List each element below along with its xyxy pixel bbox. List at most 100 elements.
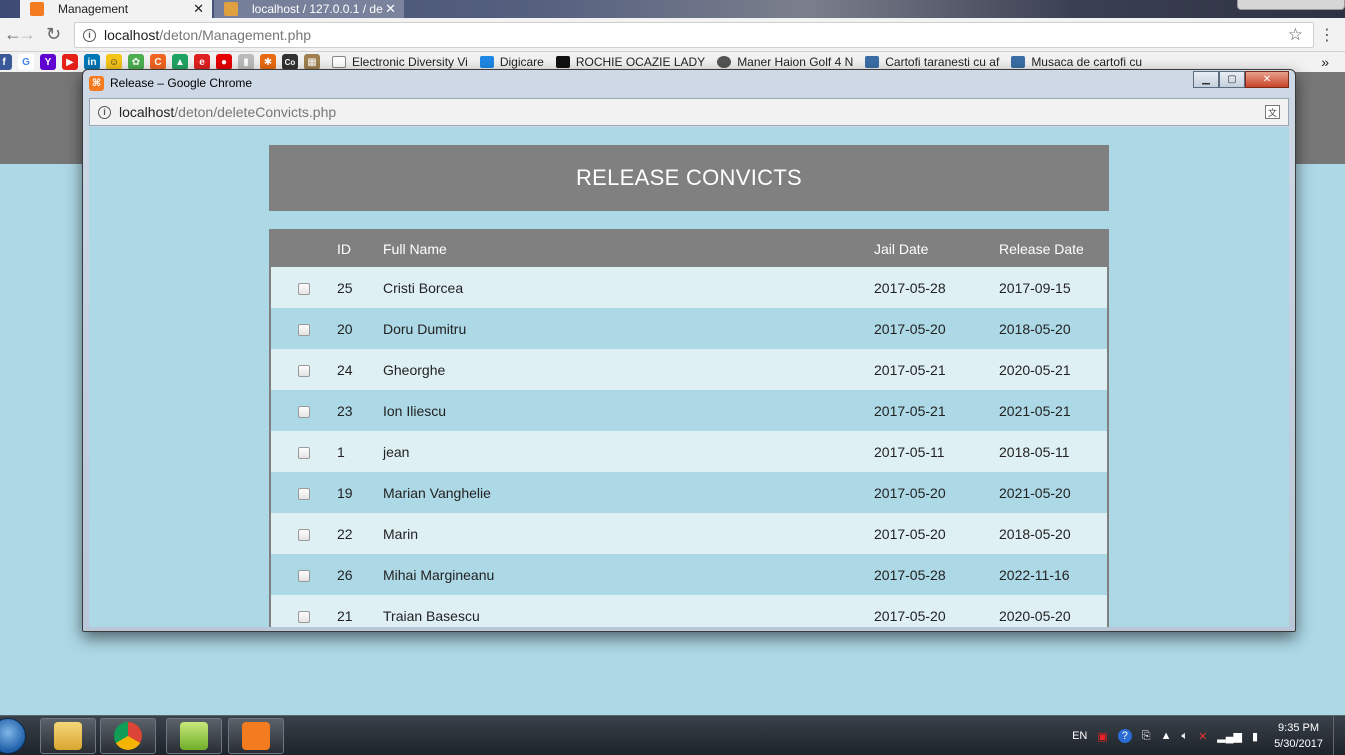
cell-release-date: 2021-05-21: [999, 402, 1071, 419]
minimize-button[interactable]: ▁: [1193, 71, 1219, 88]
xampp-icon: ⌘: [89, 75, 104, 91]
window-controls[interactable]: [1237, 0, 1345, 10]
google-drive-icon[interactable]: ▲: [172, 54, 188, 70]
tab-management[interactable]: Management ✕: [20, 0, 212, 18]
taskbar-notepadpp-button[interactable]: [166, 718, 222, 754]
table-row: 22 Marin 2017-05-20 2018-05-20: [271, 513, 1107, 554]
taskbar-explorer-button[interactable]: [40, 718, 96, 754]
wood-icon[interactable]: ▦: [304, 54, 320, 70]
menu-dots-icon[interactable]: ⋮: [1319, 25, 1335, 45]
translate-icon[interactable]: 文: [1265, 105, 1280, 119]
table-row: 20 Doru Dumitru 2017-05-20 2018-05-20: [271, 308, 1107, 349]
cell-full-name: Marian Vanghelie: [383, 484, 491, 501]
row-checkbox[interactable]: [298, 528, 310, 541]
show-hidden-icons[interactable]: ▲: [1161, 730, 1172, 742]
power-icon[interactable]: ▮: [1252, 730, 1258, 743]
column-header-select: [271, 231, 337, 267]
cell-jail-date: 2017-05-28: [874, 566, 946, 583]
reload-icon[interactable]: ↻: [46, 24, 61, 45]
volume-icon[interactable]: 🔈︎: [1181, 730, 1188, 743]
tab-label: localhost / 127.0.0.1 / de: [252, 2, 383, 16]
table-row: 1 jean 2017-05-11 2018-05-11: [271, 431, 1107, 472]
cell-jail-date: 2017-05-28: [874, 279, 946, 296]
close-icon[interactable]: ✕: [385, 1, 396, 17]
taskbar-xampp-button[interactable]: [228, 718, 284, 754]
cell-release-date: 2018-05-11: [999, 443, 1070, 460]
row-checkbox[interactable]: [298, 364, 310, 377]
column-header-id: ID: [337, 241, 351, 257]
row-checkbox[interactable]: [298, 610, 310, 623]
co-logo-icon[interactable]: Co: [282, 54, 298, 70]
system-tray: EN ▣ ? ⎘ ▲ 🔈︎ ✕ ▂▄▆ ▮ 9:35 PM 5/30/2017: [1072, 716, 1345, 755]
table-row: 25 Cristi Borcea 2017-05-28 2017-09-15: [271, 267, 1107, 308]
row-checkbox[interactable]: [298, 487, 310, 500]
outer-tab-strip: Management ✕ localhost / 127.0.0.1 / de …: [0, 0, 1345, 18]
more-bookmarks-icon[interactable]: »: [1321, 54, 1329, 70]
table-row: 21 Traian Basescu 2017-05-20 2020-05-20: [271, 595, 1107, 627]
forward-arrow-icon[interactable]: →: [18, 24, 36, 45]
popup-titlebar[interactable]: ⌘ Release – Google Chrome ▁ ▢ ✕: [83, 70, 1295, 96]
outer-address-bar[interactable]: i localhost/deton/Management.php ☆ ⋮: [74, 22, 1335, 48]
column-header-full-name: Full Name: [383, 241, 447, 257]
taskbar-chrome-button[interactable]: [100, 718, 156, 754]
xampp-icon: [30, 2, 44, 16]
cell-full-name: Marin: [383, 525, 419, 542]
popup-address-bar[interactable]: i localhost/deton/deleteConvicts.php 文: [89, 98, 1289, 126]
yahoo-icon[interactable]: Y: [40, 54, 56, 70]
gear-orange-icon[interactable]: ✱: [260, 54, 276, 70]
address-host: localhost: [104, 27, 160, 43]
row-checkbox[interactable]: [298, 323, 310, 336]
language-indicator[interactable]: EN: [1072, 730, 1087, 742]
cell-release-date: 2020-05-20: [999, 607, 1071, 624]
cell-id: 22: [337, 525, 353, 542]
cell-id: 25: [337, 279, 353, 296]
tab-label: Management: [58, 2, 129, 16]
info-icon[interactable]: i: [98, 105, 111, 119]
frog-icon[interactable]: ✿: [128, 54, 144, 70]
notepad-plus-plus-icon: [180, 722, 208, 750]
table-row: 26 Mihai Margineanu 2017-05-28 2022-11-1…: [271, 554, 1107, 595]
start-button[interactable]: [0, 718, 26, 754]
vodafone-icon[interactable]: ●: [216, 54, 232, 70]
emoji-icon[interactable]: ☺: [106, 54, 122, 70]
clock[interactable]: 9:35 PM 5/30/2017: [1274, 720, 1323, 752]
row-checkbox[interactable]: [298, 405, 310, 418]
bookmark-item[interactable]: Maner Haion Golf 4 N: [717, 55, 853, 69]
google-icon[interactable]: G: [18, 54, 34, 70]
info-icon[interactable]: i: [83, 28, 96, 42]
c-logo-icon[interactable]: C: [150, 54, 166, 70]
row-checkbox[interactable]: [298, 569, 310, 582]
cell-release-date: 2022-11-16: [999, 566, 1070, 583]
cell-id: 1: [337, 443, 345, 460]
row-checkbox[interactable]: [298, 446, 310, 459]
row-checkbox[interactable]: [298, 282, 310, 295]
network-icon[interactable]: ✕: [1198, 730, 1207, 743]
bookmark-item[interactable]: Digicare: [479, 55, 544, 69]
close-icon[interactable]: ✕: [193, 1, 204, 17]
column-header-release-date: Release Date: [999, 241, 1084, 257]
bookmark-item[interactable]: Musaca de cartofi cu: [1011, 55, 1142, 69]
bookmark-item[interactable]: ROCHIE OCAZIE LADY: [555, 55, 705, 69]
facebook-icon[interactable]: f: [0, 54, 12, 70]
maximize-button[interactable]: ▢: [1219, 71, 1245, 88]
show-desktop-button[interactable]: [1333, 716, 1345, 755]
bookmark-item[interactable]: Electronic Diversity Vi: [332, 55, 468, 69]
cell-jail-date: 2017-05-20: [874, 320, 946, 337]
usb-icon[interactable]: ⎘: [1142, 730, 1151, 743]
column-header-jail-date: Jail Date: [874, 241, 929, 257]
convicts-table-container: ID Full Name Jail Date Release Date 25 C…: [269, 229, 1109, 627]
star-icon[interactable]: ☆: [1288, 25, 1303, 45]
bookmark-item[interactable]: Cartofi taranesti cu af: [865, 55, 999, 69]
linkedin-icon[interactable]: in: [84, 54, 100, 70]
youtube-icon[interactable]: ▶: [62, 54, 78, 70]
acrobat-icon[interactable]: ▣: [1097, 730, 1107, 743]
signal-icon[interactable]: ▂▄▆: [1217, 730, 1242, 743]
help-icon[interactable]: ?: [1117, 729, 1132, 743]
e-logo-icon[interactable]: e: [194, 54, 210, 70]
cell-release-date: 2018-05-20: [999, 320, 1071, 337]
chart-icon[interactable]: ▮: [238, 54, 254, 70]
close-window-button[interactable]: ✕: [1245, 71, 1289, 88]
cell-full-name: jean: [383, 443, 410, 460]
tab-phpmyadmin[interactable]: localhost / 127.0.0.1 / de ✕: [214, 0, 404, 18]
cell-id: 23: [337, 402, 353, 419]
